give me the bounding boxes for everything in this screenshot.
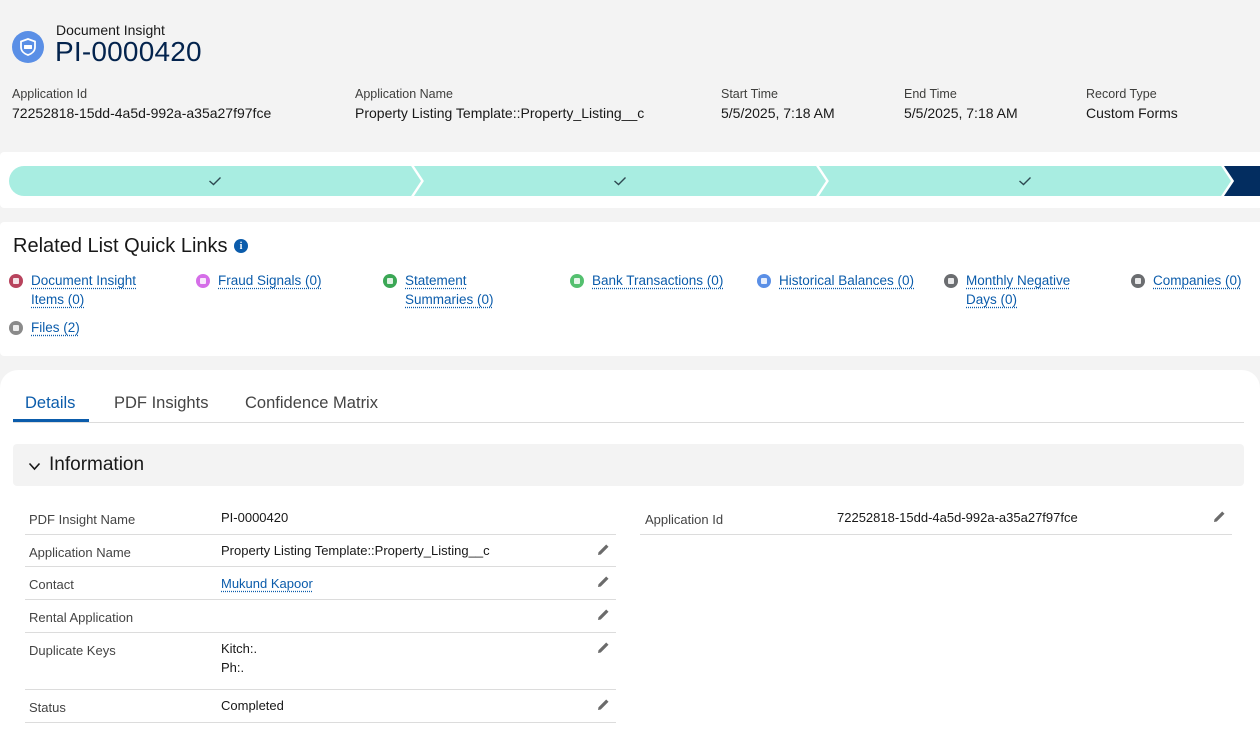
info-icon[interactable]: i	[234, 239, 248, 253]
quick-link-fraud-signals[interactable]: Fraud Signals (0)	[218, 271, 368, 290]
edit-pencil-icon[interactable]	[597, 698, 610, 711]
highlight-value-application-id: 72252818-15dd-4a5d-992a-a35a27f97fce	[12, 105, 272, 121]
field-label-application-id: Application Id	[645, 512, 724, 527]
field-label-application-name: Application Name	[29, 545, 131, 560]
companies-icon	[1131, 274, 1145, 288]
tab-details[interactable]: Details	[25, 394, 75, 413]
edit-pencil-icon[interactable]	[1213, 510, 1226, 523]
quick-link-document-insight-items[interactable]: Document Insight Items (0)	[31, 271, 171, 309]
path-stage-3[interactable]	[819, 166, 1231, 196]
fraud-signals-icon	[196, 274, 210, 288]
highlight-label-record-type: Record Type	[1086, 87, 1157, 101]
field-label-duplicate-keys: Duplicate Keys	[29, 643, 116, 658]
tab-confidence-matrix[interactable]: Confidence Matrix	[245, 394, 378, 413]
quick-link-statement-summaries[interactable]: Statement Summaries (0)	[405, 271, 525, 309]
monthly-negative-days-icon	[944, 274, 958, 288]
field-divider	[25, 566, 616, 567]
statement-summaries-icon	[383, 274, 397, 288]
field-value-application-id: 72252818-15dd-4a5d-992a-a35a27f97fce	[837, 510, 1078, 525]
historical-balances-icon	[757, 274, 771, 288]
field-value-status: Completed	[221, 698, 284, 713]
highlight-label-application-name: Application Name	[355, 87, 453, 101]
highlight-value-start-time: 5/5/2025, 7:18 AM	[721, 105, 835, 121]
quick-link-historical-balances[interactable]: Historical Balances (0)	[779, 271, 939, 290]
field-label-status: Status	[29, 700, 66, 715]
check-icon	[614, 177, 626, 186]
tab-bar-divider	[13, 422, 1244, 423]
section-title: Information	[49, 454, 145, 475]
highlight-label-start-time: Start Time	[721, 87, 778, 101]
document-insight-shield-icon	[12, 31, 44, 63]
field-divider	[25, 632, 616, 633]
check-icon	[209, 177, 221, 186]
record-detail-card	[0, 370, 1260, 740]
field-divider	[640, 534, 1232, 535]
highlight-value-application-name: Property Listing Template::Property_List…	[355, 105, 645, 121]
edit-pencil-icon[interactable]	[597, 641, 610, 654]
related-list-title: Related List Quick Links	[13, 235, 228, 257]
check-icon	[1019, 177, 1031, 186]
quick-link-monthly-negative-days[interactable]: Monthly Negative Days (0)	[966, 271, 1101, 309]
field-label-contact: Contact	[29, 577, 74, 592]
field-divider	[25, 722, 616, 723]
field-divider	[25, 534, 616, 535]
section-header-information[interactable]	[13, 444, 1244, 486]
highlight-label-end-time: End Time	[904, 87, 957, 101]
field-value-duplicate-keys: Kitch:. Ph:.	[221, 641, 258, 675]
quick-link-files[interactable]: Files (2)	[31, 318, 131, 337]
field-label-rental-application: Rental Application	[29, 610, 134, 625]
bank-transactions-icon	[570, 274, 584, 288]
path-stage-2[interactable]	[414, 166, 826, 196]
edit-pencil-icon[interactable]	[597, 575, 610, 588]
tab-pdf-insights[interactable]: PDF Insights	[114, 394, 208, 413]
quick-link-bank-transactions[interactable]: Bank Transactions (0)	[592, 271, 752, 290]
highlight-value-end-time: 5/5/2025, 7:18 AM	[904, 105, 1018, 121]
highlight-label-application-id: Application Id	[12, 87, 88, 101]
field-value-pdf-insight-name: PI-0000420	[221, 510, 289, 525]
field-divider	[25, 689, 616, 690]
record-title: PI-0000420	[55, 36, 202, 67]
edit-pencil-icon[interactable]	[597, 543, 610, 556]
path-stage-1[interactable]	[9, 166, 421, 196]
field-value-application-name: Property Listing Template::Property_List…	[221, 543, 490, 558]
document-insight-items-icon	[9, 274, 23, 288]
quick-link-companies[interactable]: Companies (0)	[1153, 271, 1258, 290]
field-divider	[25, 599, 616, 600]
field-label-pdf-insight-name: PDF Insight Name	[29, 512, 136, 527]
files-icon	[9, 321, 23, 335]
edit-pencil-icon[interactable]	[597, 608, 610, 621]
chevron-down-icon[interactable]	[28, 462, 41, 471]
field-value-contact-link[interactable]: Mukund Kapoor	[221, 574, 313, 593]
highlight-value-record-type: Custom Forms	[1086, 105, 1178, 121]
